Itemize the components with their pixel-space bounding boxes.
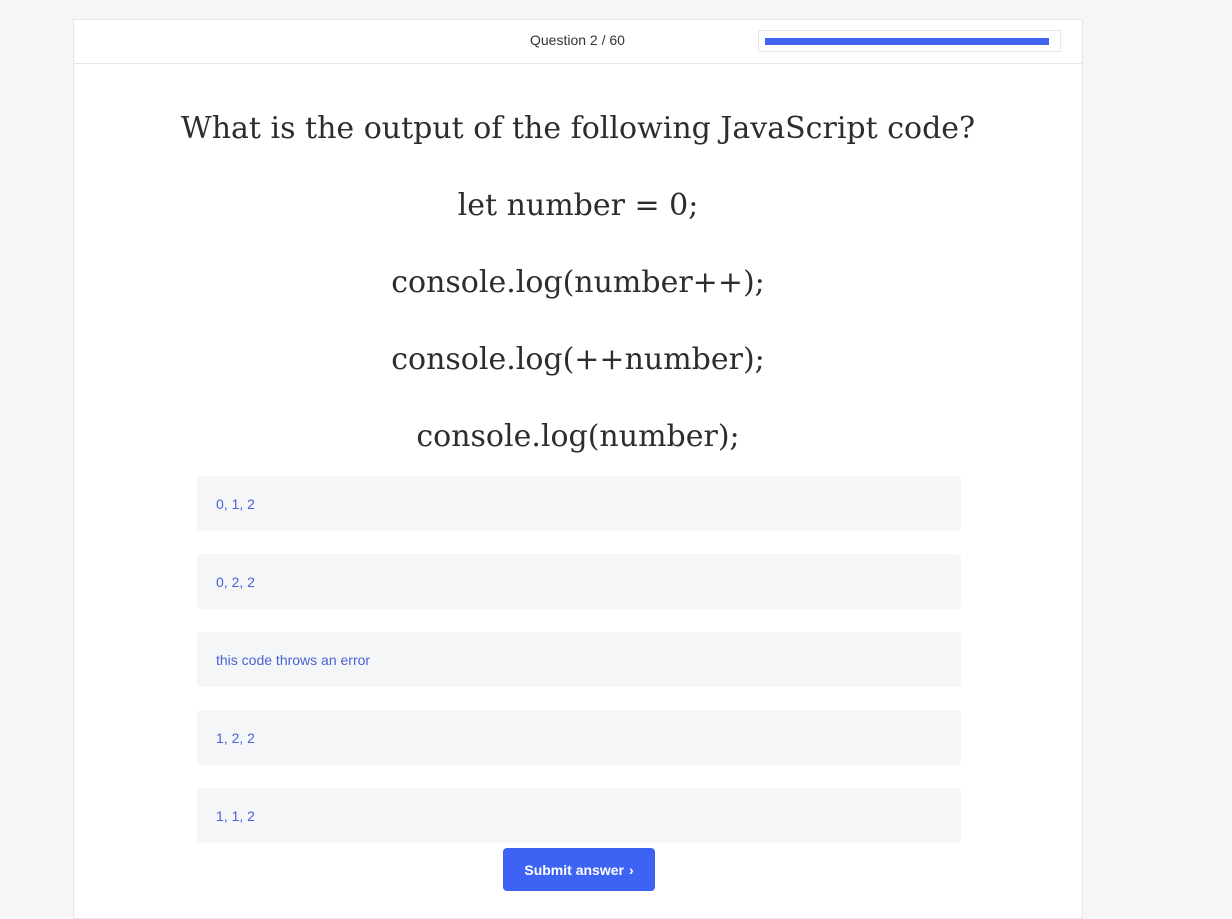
code-line: console.log(++number);: [391, 342, 765, 377]
answer-option[interactable]: 1, 1, 2: [197, 788, 961, 843]
submit-answer-label: Submit answer: [524, 861, 624, 878]
chevron-right-icon: ›: [628, 861, 634, 878]
answer-option[interactable]: 0, 1, 2: [197, 476, 961, 531]
answer-option[interactable]: 1, 2, 2: [197, 710, 961, 765]
progress-bar: [758, 30, 1061, 52]
question-text: What is the output of the following Java…: [74, 90, 1082, 475]
progress-bar-fill: [765, 38, 1049, 45]
answer-option[interactable]: 0, 2, 2: [197, 554, 961, 609]
quiz-header: Question 2 / 60: [74, 20, 1082, 64]
code-line: console.log(number++);: [391, 265, 765, 300]
code-line: let number = 0;: [457, 188, 699, 223]
answer-options: 0, 1, 2 0, 2, 2 this code throws an erro…: [197, 476, 961, 866]
code-line: console.log(number);: [416, 419, 740, 454]
quiz-card: Question 2 / 60 What is the output of th…: [73, 19, 1083, 919]
submit-answer-button[interactable]: Submit answer ›: [503, 848, 655, 891]
question-prompt: What is the output of the following Java…: [180, 111, 976, 146]
answer-option[interactable]: this code throws an error: [197, 632, 961, 687]
question-counter: Question 2 / 60: [530, 32, 625, 48]
